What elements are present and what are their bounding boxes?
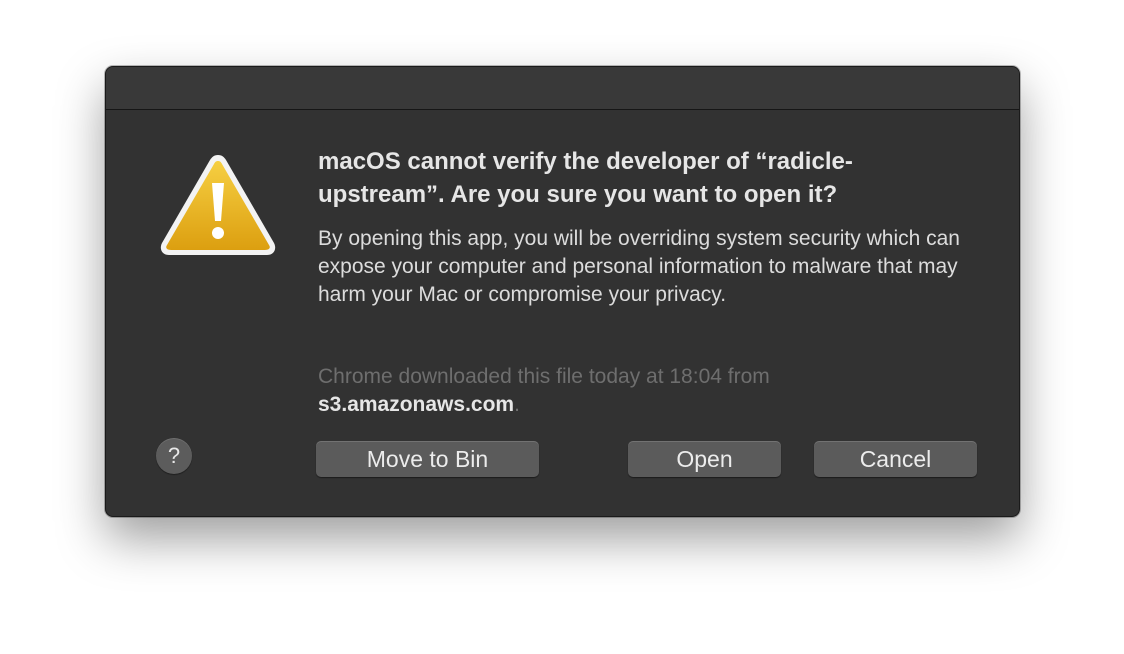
download-source-domain: s3.amazonaws.com: [318, 393, 515, 416]
question-mark-icon: ?: [167, 443, 181, 468]
download-source-suffix: .: [514, 393, 520, 416]
dialog-message: By opening this app, you will be overrid…: [318, 227, 960, 306]
screen: macOS cannot verify the developer of “ra…: [0, 0, 1124, 654]
dialog-title: macOS cannot verify the developer of “ra…: [318, 148, 853, 208]
help-button[interactable]: ?: [156, 438, 192, 474]
cancel-button[interactable]: Cancel: [814, 441, 977, 477]
warning-triangle-icon: [160, 155, 276, 255]
security-warning-dialog: macOS cannot verify the developer of “ra…: [105, 66, 1020, 517]
download-source-info: Chrome downloaded this file today at 18:…: [318, 363, 958, 419]
dialog-titlebar[interactable]: [106, 67, 1019, 110]
download-source-prefix: Chrome downloaded this file today at 18:…: [318, 365, 770, 388]
open-button[interactable]: Open: [628, 441, 781, 477]
move-to-bin-button[interactable]: Move to Bin: [316, 441, 539, 477]
